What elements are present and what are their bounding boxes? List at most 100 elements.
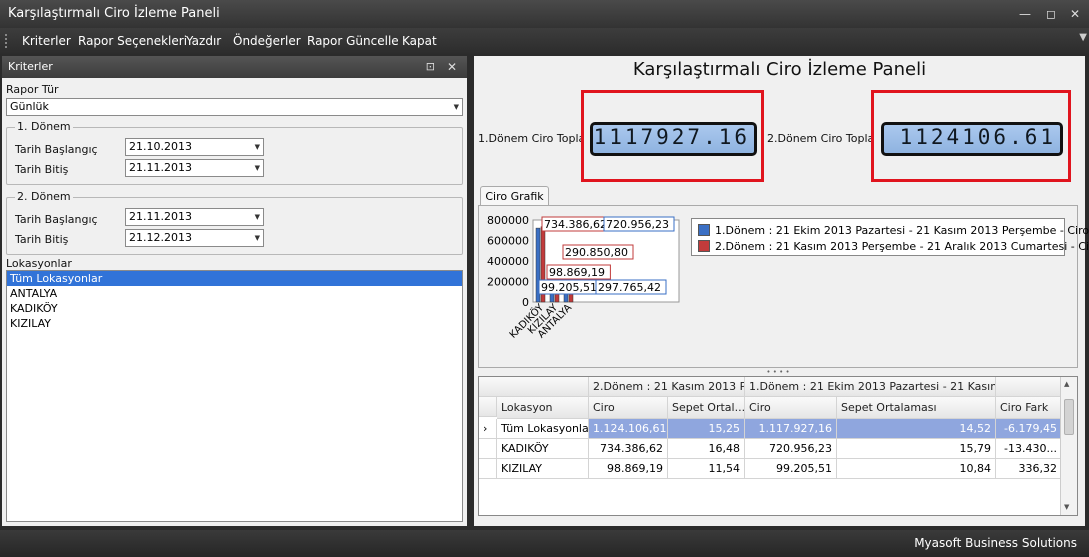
menu-ondegerler[interactable]: Öndeğerler <box>233 28 301 54</box>
row-indicator-icon: › <box>479 419 497 439</box>
menu-bar: Kriterler Rapor Seçenekleri Yazdır Öndeğ… <box>0 28 1089 54</box>
status-text: Myasoft Business Solutions <box>914 536 1077 550</box>
donem2-end-date[interactable]: 21.12.2013 ▼ <box>125 229 264 247</box>
chevron-down-icon[interactable]: ▼ <box>255 160 260 176</box>
list-item[interactable]: Tüm Lokasyonlar <box>7 271 462 286</box>
donem1-end-date[interactable]: 21.11.2013 ▼ <box>125 159 264 177</box>
legend-item-series2: 2.Dönem : 21 Kasım 2013 Perşembe - 21 Ar… <box>698 240 1089 254</box>
splitter-handle[interactable]: • • • • <box>478 369 1078 376</box>
chevron-down-icon[interactable]: ▼ <box>255 209 260 225</box>
table-cell[interactable]: 10,84 <box>837 459 996 479</box>
table-cell[interactable]: KADIKÖY <box>497 439 589 459</box>
chevron-down-icon[interactable]: ▼ <box>454 99 459 115</box>
col-header-ciro1[interactable]: Ciro <box>745 397 837 419</box>
scroll-down-icon[interactable]: ▼ <box>1064 503 1069 511</box>
table-cell[interactable]: 16,48 <box>668 439 745 459</box>
menu-overflow-icon[interactable]: ▼ <box>1079 32 1087 43</box>
table-cell[interactable]: 336,32 <box>996 459 1062 479</box>
table-cell[interactable]: 1.124.106,61 <box>589 419 668 439</box>
legend-label-series1: 1.Dönem : 21 Ekim 2013 Pazartesi - 21 Ka… <box>715 224 1089 237</box>
maximize-icon[interactable]: ◻ <box>1040 0 1062 28</box>
table-cell[interactable]: KIZILAY <box>497 459 589 479</box>
chart-legend: 1.Dönem : 21 Ekim 2013 Pazartesi - 21 Ka… <box>691 218 1089 256</box>
table-cell[interactable]: 15,79 <box>837 439 996 459</box>
criteria-panel-header: Kriterler ⊡ ✕ <box>2 56 467 78</box>
close-icon[interactable]: ✕ <box>1064 0 1086 28</box>
donem1-start-label: Tarih Başlangıç <box>15 143 98 156</box>
menu-rapor-guncelle[interactable]: Rapor Güncelle <box>307 28 399 54</box>
rapor-tur-select[interactable]: Günlük ▼ <box>6 98 463 116</box>
table-cell[interactable]: 720.956,23 <box>745 439 837 459</box>
table-cell[interactable]: -6.179,45 <box>996 419 1062 439</box>
donem2-title: 2. Dönem <box>15 190 73 203</box>
window-title: Karşılaştırmalı Ciro İzleme Paneli <box>8 6 220 21</box>
donem1-total-value: 1117927.16 <box>593 125 754 153</box>
y-tick-label: 400000 <box>487 255 529 268</box>
list-item[interactable]: KIZILAY <box>7 316 462 331</box>
col-header-lokasyon[interactable]: Lokasyon <box>497 397 589 419</box>
table-cell[interactable]: 1.117.927,16 <box>745 419 837 439</box>
table-cell[interactable]: 734.386,62 <box>589 439 668 459</box>
band-header-donem1: 1.Dönem : 21 Ekim 2013 Pazartesi - 21 Ka… <box>745 377 996 397</box>
panel-close-icon[interactable]: ✕ <box>447 56 457 78</box>
scroll-thumb[interactable] <box>1064 399 1074 435</box>
locations-label: Lokasyonlar <box>6 257 72 270</box>
donem1-end-value: 21.11.2013 <box>129 161 192 174</box>
donem2-start-date[interactable]: 21.11.2013 ▼ <box>125 208 264 226</box>
y-tick-label: 0 <box>522 296 529 309</box>
legend-item-series1: 1.Dönem : 21 Ekim 2013 Pazartesi - 21 Ka… <box>698 224 1089 238</box>
donem1-group: 1. Dönem Tarih Başlangıç 21.10.2013 ▼ Ta… <box>6 120 463 185</box>
chart-frame: 800000 600000 400000 200000 0 KADIKÖY KIZILAY A… <box>478 205 1089 368</box>
y-tick-label: 200000 <box>487 276 529 289</box>
donem1-end-label: Tarih Bitiş <box>15 163 69 176</box>
status-bar: Myasoft Business Solutions <box>0 530 1089 557</box>
grid-corner <box>479 377 589 397</box>
donem2-end-label: Tarih Bitiş <box>15 233 69 246</box>
table-cell[interactable]: -13.430... <box>996 439 1062 459</box>
menu-rapor-secenekleri[interactable]: Rapor Seçenekleri <box>78 28 187 54</box>
chevron-down-icon[interactable]: ▼ <box>255 230 260 246</box>
row-indicator-header <box>479 397 497 417</box>
minimize-icon[interactable]: — <box>1014 0 1036 28</box>
row-indicator <box>479 439 497 459</box>
table-cell[interactable]: 15,25 <box>668 419 745 439</box>
col-header-sepet2[interactable]: Sepet Ortal... <box>668 397 745 419</box>
locations-list[interactable]: Tüm Lokasyonlar ANTALYA KADIKÖY KIZILAY <box>6 270 463 522</box>
donem2-total-display: 1124106.61 <box>881 122 1063 156</box>
criteria-panel: Kriterler ⊡ ✕ Rapor Tür Günlük ▼ 1. Döne… <box>2 56 467 526</box>
menu-kriterler[interactable]: Kriterler <box>22 28 71 54</box>
page-title: Karşılaştırmalı Ciro İzleme Paneli <box>632 59 927 80</box>
toolbar-grip-icon <box>5 34 8 48</box>
dashboard-panel: Karşılaştırmalı Ciro İzleme Paneli 1.Dön… <box>474 56 1089 526</box>
menu-yazdir[interactable]: Yazdır <box>186 28 221 54</box>
legend-swatch-series1 <box>698 224 710 236</box>
pin-icon[interactable]: ⊡ <box>426 56 435 78</box>
table-cell[interactable]: 11,54 <box>668 459 745 479</box>
donem1-total-label: 1.Dönem Ciro Toplam <box>478 132 596 145</box>
y-tick-label: 800000 <box>487 214 529 227</box>
col-header-ciro2[interactable]: Ciro <box>589 397 668 419</box>
list-item[interactable]: KADIKÖY <box>7 301 462 316</box>
chevron-down-icon[interactable]: ▼ <box>255 139 260 155</box>
list-item[interactable]: ANTALYA <box>7 286 462 301</box>
band-header-donem2: 2.Dönem : 21 Kasım 2013 P... <box>589 377 745 397</box>
table-cell[interactable]: 98.869,19 <box>589 459 668 479</box>
legend-label-series2: 2.Dönem : 21 Kasım 2013 Perşembe - 21 Ar… <box>715 240 1089 253</box>
table-cell[interactable]: 14,52 <box>837 419 996 439</box>
scroll-up-icon[interactable]: ▲ <box>1064 380 1069 388</box>
band-header-fark <box>996 377 1062 397</box>
donem1-title: 1. Dönem <box>15 120 73 133</box>
menu-kapat[interactable]: Kapat <box>402 28 437 54</box>
data-label: 720.956,23 <box>606 218 669 231</box>
donem2-total-label: 2.Dönem Ciro Toplam <box>767 132 885 145</box>
grid-scrollbar[interactable]: ▲ ▼ <box>1060 377 1077 515</box>
tab-ciro-grafik[interactable]: Ciro Grafik <box>480 186 549 206</box>
donem1-start-date[interactable]: 21.10.2013 ▼ <box>125 138 264 156</box>
col-header-ciro-fark[interactable]: Ciro Fark <box>996 397 1062 419</box>
table-cell[interactable]: 99.205,51 <box>745 459 837 479</box>
data-label: 99.205,51 <box>541 281 597 294</box>
data-label: 734.386,62 <box>544 218 607 231</box>
y-tick-label: 600000 <box>487 235 529 248</box>
col-header-sepet1[interactable]: Sepet Ortalaması <box>837 397 996 419</box>
table-cell[interactable]: Tüm Lokasyonlar <box>497 419 589 439</box>
